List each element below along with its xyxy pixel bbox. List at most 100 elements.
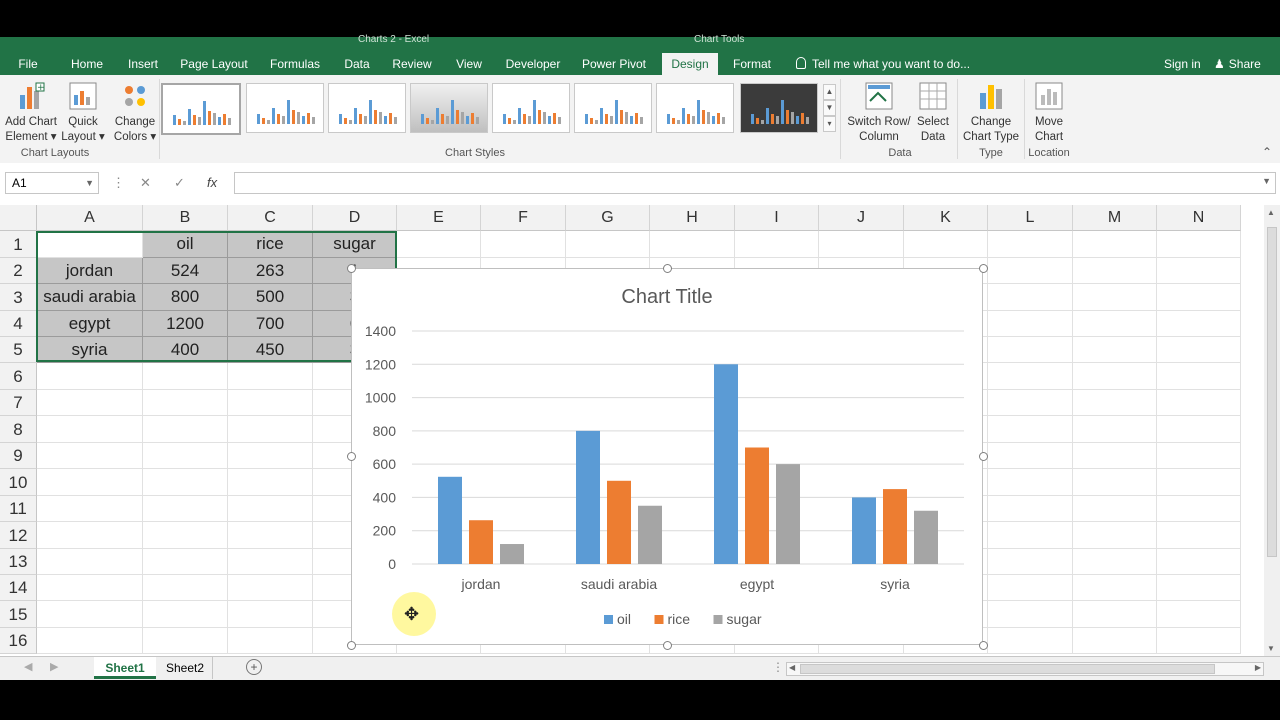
quick-layout-button[interactable]: Quick Layout ▾ — [60, 81, 106, 145]
cell-l15[interactable] — [988, 601, 1073, 628]
row-header-6[interactable]: 6 — [0, 363, 37, 390]
cell-m15[interactable] — [1073, 601, 1157, 628]
chart-area[interactable]: Chart Title 0 200 400 600 800 1000 1200 1400 jor… — [351, 268, 983, 645]
bar-sugar-egypt[interactable] — [776, 464, 800, 564]
column-header-g[interactable]: G — [566, 205, 650, 231]
chart-title[interactable]: Chart Title — [621, 286, 712, 308]
cell-l11[interactable] — [988, 496, 1073, 522]
cell-c2[interactable]: 263 — [228, 258, 313, 284]
column-header-e[interactable]: E — [397, 205, 481, 231]
cell-m7[interactable] — [1073, 390, 1157, 416]
cell-a16[interactable] — [37, 628, 143, 654]
bar-rice-saudi-arabia[interactable] — [607, 480, 631, 564]
cell-n10[interactable] — [1157, 469, 1241, 496]
cell-b12[interactable] — [143, 522, 228, 549]
cell-l13[interactable] — [988, 549, 1073, 575]
cell-a9[interactable] — [37, 443, 143, 469]
tell-me-box[interactable]: Tell me what you want to do... — [796, 53, 970, 75]
row-header-16[interactable]: 16 — [0, 628, 37, 654]
cell-a1[interactable] — [37, 231, 143, 258]
scroll-left-icon[interactable]: ◀ — [789, 663, 795, 672]
cell-b13[interactable] — [143, 549, 228, 575]
chart-style-7[interactable] — [656, 83, 734, 133]
cell-b4[interactable]: 1200 — [143, 311, 228, 337]
chart-style-8[interactable] — [740, 83, 818, 133]
row-header-7[interactable]: 7 — [0, 390, 37, 416]
bar-rice-egypt[interactable] — [745, 447, 769, 565]
cell-a6[interactable] — [37, 363, 143, 390]
tab-home[interactable]: Home — [62, 53, 112, 75]
cell-n6[interactable] — [1157, 363, 1241, 390]
row-header-12[interactable]: 12 — [0, 522, 37, 549]
cell-l7[interactable] — [988, 390, 1073, 416]
styles-scroll-up[interactable]: ▲ — [823, 84, 836, 100]
cell-n12[interactable] — [1157, 522, 1241, 549]
styles-scroll-down[interactable]: ▼ — [823, 100, 836, 116]
cell-l1[interactable] — [988, 231, 1073, 258]
cell-b11[interactable] — [143, 496, 228, 522]
cell-e1[interactable] — [397, 231, 481, 258]
sign-in-link[interactable]: Sign in — [1164, 53, 1201, 75]
share-button[interactable]: ♟ Share — [1214, 53, 1261, 75]
scroll-down-icon[interactable]: ▼ — [1267, 644, 1275, 653]
row-header-15[interactable]: 15 — [0, 601, 37, 628]
cell-i1[interactable] — [735, 231, 819, 258]
select-data-button[interactable]: Select Data — [912, 81, 954, 145]
cell-c8[interactable] — [228, 416, 313, 443]
resize-handle[interactable] — [347, 641, 356, 650]
scroll-up-icon[interactable]: ▲ — [1267, 208, 1275, 217]
cell-b15[interactable] — [143, 601, 228, 628]
change-colors-button[interactable]: Change Colors ▾ — [110, 81, 160, 145]
vertical-scroll-thumb[interactable] — [1267, 227, 1277, 557]
cell-a12[interactable] — [37, 522, 143, 549]
tab-view[interactable]: View — [448, 53, 490, 75]
cell-c4[interactable]: 700 — [228, 311, 313, 337]
cell-c6[interactable] — [228, 363, 313, 390]
column-header-f[interactable]: F — [481, 205, 566, 231]
cell-c3[interactable]: 500 — [228, 284, 313, 311]
column-header-j[interactable]: J — [819, 205, 904, 231]
cell-c14[interactable] — [228, 575, 313, 601]
cell-n2[interactable] — [1157, 258, 1241, 284]
cell-a2[interactable]: jordan — [37, 258, 143, 284]
select-all-corner[interactable] — [0, 205, 37, 231]
collapse-ribbon-icon[interactable]: ⌃ — [1262, 145, 1272, 159]
cell-a15[interactable] — [37, 601, 143, 628]
bar-sugar-jordan[interactable] — [500, 544, 524, 564]
cell-a13[interactable] — [37, 549, 143, 575]
row-header-1[interactable]: 1 — [0, 231, 37, 258]
cell-b3[interactable]: 800 — [143, 284, 228, 311]
insert-function-icon[interactable]: fx — [207, 175, 217, 190]
cell-m2[interactable] — [1073, 258, 1157, 284]
cell-m14[interactable] — [1073, 575, 1157, 601]
tab-power-pivot[interactable]: Power Pivot — [576, 53, 652, 75]
cell-b9[interactable] — [143, 443, 228, 469]
sheet-tab-sheet1[interactable]: Sheet1 — [94, 657, 156, 679]
tab-formulas[interactable]: Formulas — [262, 53, 328, 75]
tab-design[interactable]: Design — [662, 53, 718, 75]
cell-m4[interactable] — [1073, 311, 1157, 337]
cell-c12[interactable] — [228, 522, 313, 549]
add-sheet-icon[interactable]: + — [246, 659, 262, 675]
cell-l8[interactable] — [988, 416, 1073, 443]
row-header-11[interactable]: 11 — [0, 496, 37, 522]
chart-style-3[interactable] — [328, 83, 406, 133]
cell-c9[interactable] — [228, 443, 313, 469]
cell-m6[interactable] — [1073, 363, 1157, 390]
cell-l4[interactable] — [988, 311, 1073, 337]
tab-developer[interactable]: Developer — [500, 53, 566, 75]
sheet-tab-sheet2[interactable]: Sheet2 — [158, 657, 213, 679]
cell-b6[interactable] — [143, 363, 228, 390]
cell-b1[interactable]: oil — [143, 231, 228, 258]
cancel-icon[interactable]: ✕ — [140, 175, 151, 191]
cell-m16[interactable] — [1073, 628, 1157, 654]
resize-handle[interactable] — [979, 264, 988, 273]
bar-oil-syria[interactable] — [852, 497, 876, 564]
legend-label-sugar[interactable]: sugar — [727, 611, 762, 627]
column-header-c[interactable]: C — [228, 205, 313, 231]
cell-a11[interactable] — [37, 496, 143, 522]
cell-l9[interactable] — [988, 443, 1073, 469]
cell-c5[interactable]: 450 — [228, 337, 313, 363]
cell-m3[interactable] — [1073, 284, 1157, 311]
cell-l6[interactable] — [988, 363, 1073, 390]
